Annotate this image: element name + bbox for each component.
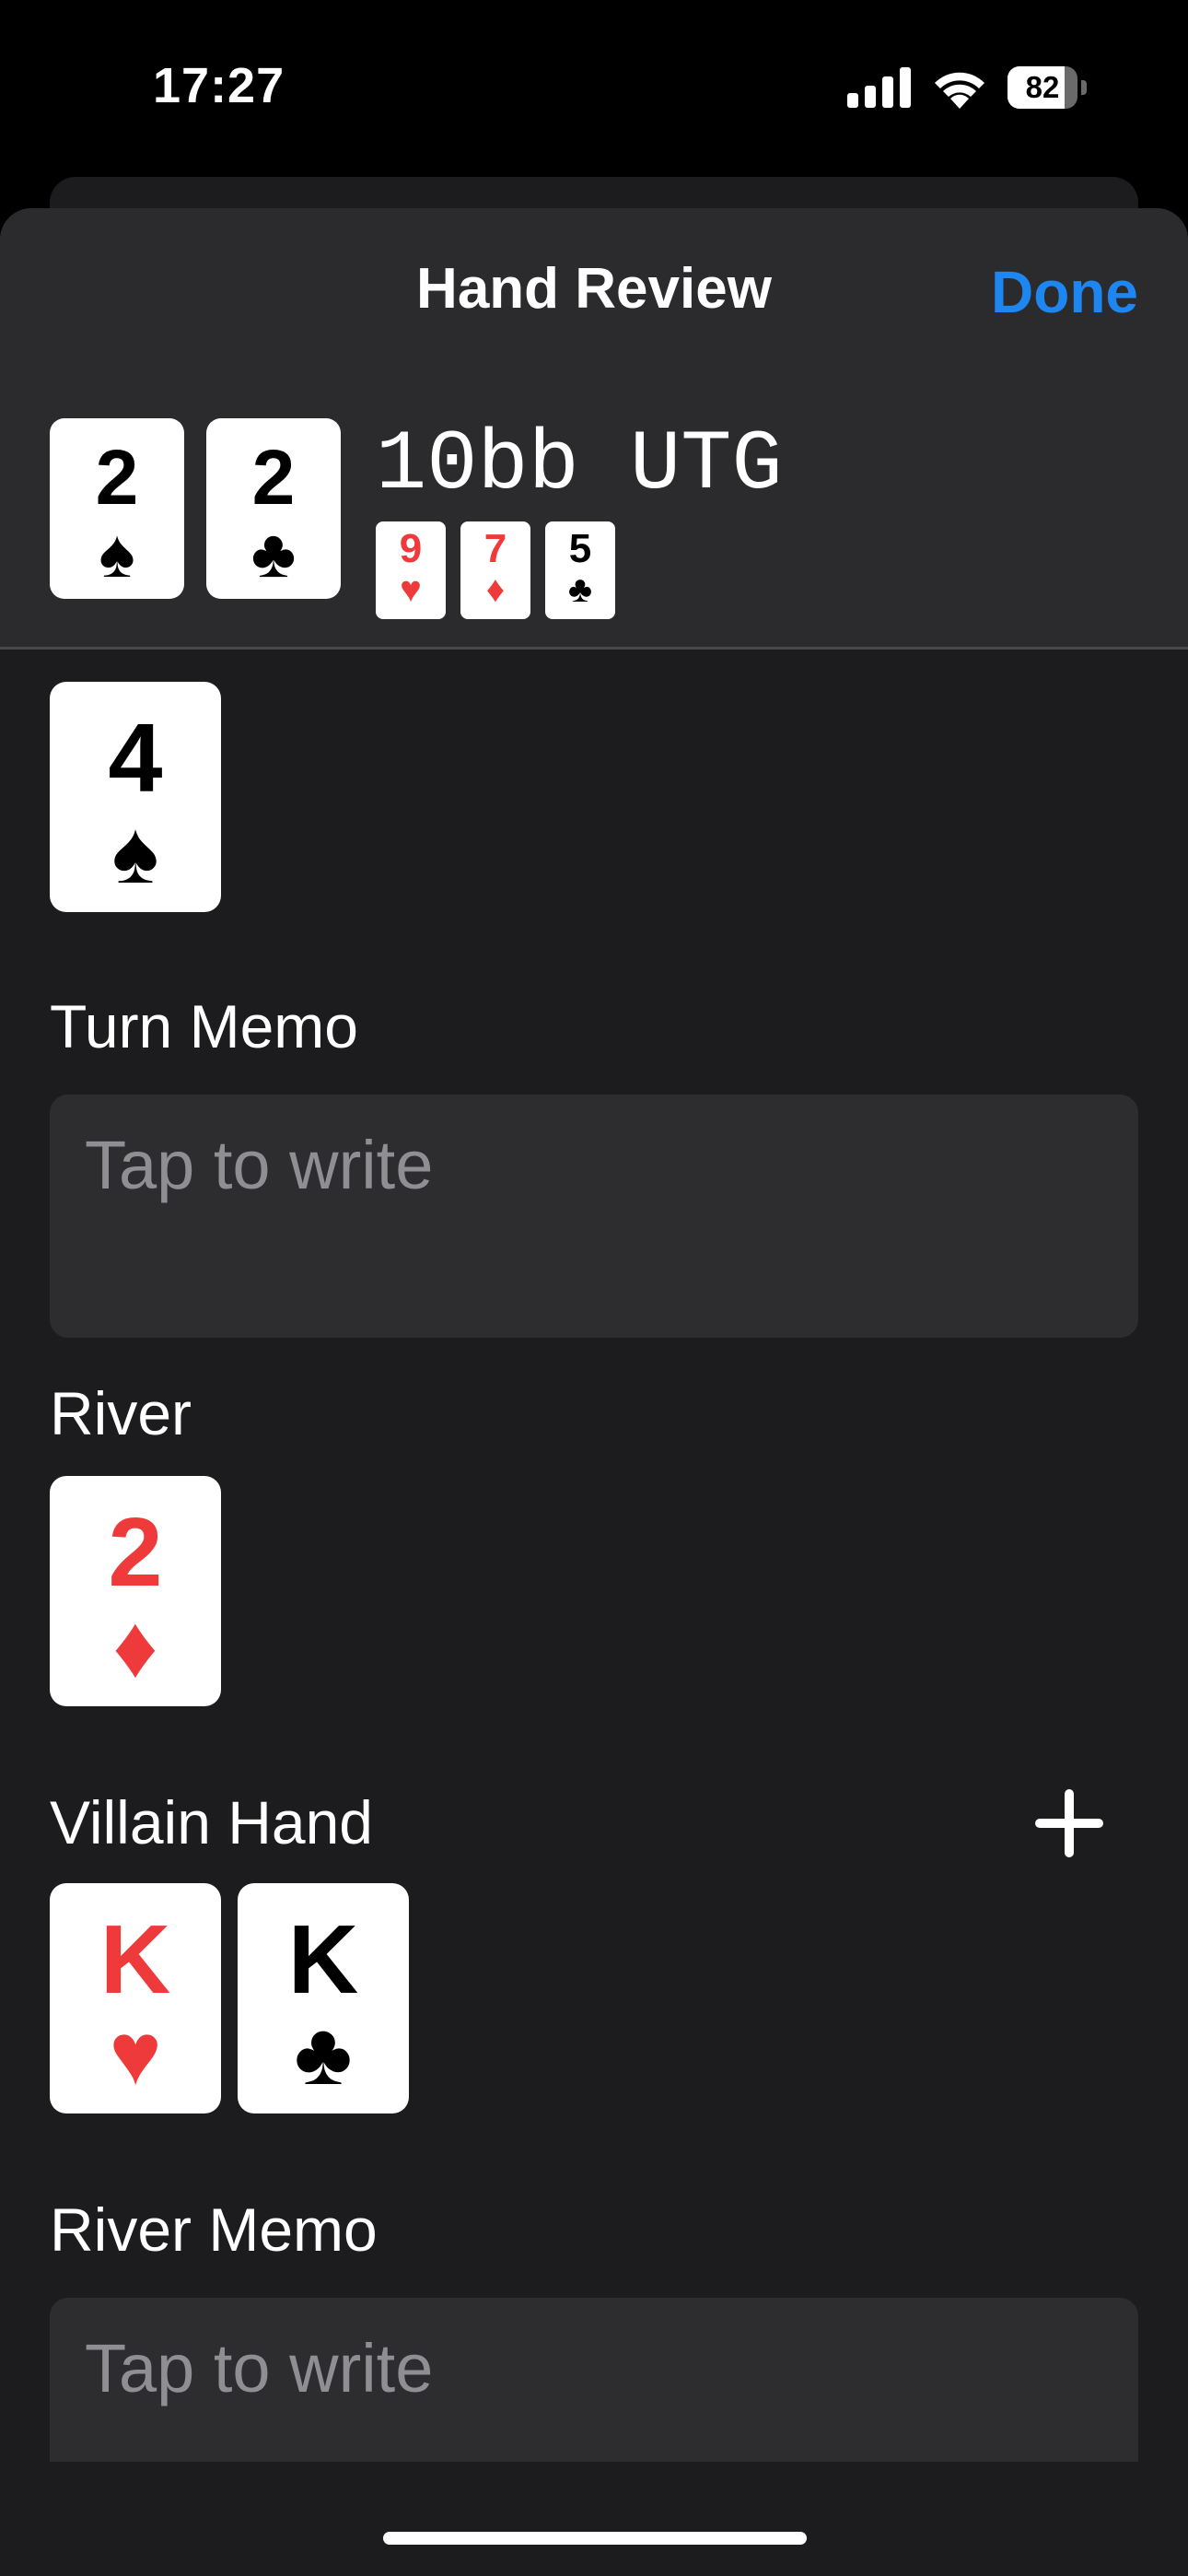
spade-icon: ♠	[111, 803, 159, 902]
signal-icon	[847, 67, 911, 108]
battery-icon: 82	[1007, 66, 1087, 109]
hero-card-1: 2 ♠	[50, 418, 184, 599]
turn-card[interactable]: 4 ♠	[50, 682, 221, 912]
hand-summary-header: 2 ♠ 2 ♣ 10bb UTG 9 ♥ 7 ♦ 5 ♣	[0, 380, 1188, 650]
plus-icon-vertical	[1065, 1789, 1074, 1857]
nav-bar: Hand Review Done	[0, 208, 1188, 381]
villain-card-2[interactable]: K ♣	[238, 1883, 409, 2113]
spade-icon: ♠	[99, 515, 135, 591]
hand-review-sheet: Hand Review Done 2 ♠ 2 ♣ 10bb UTG 9 ♥ 7 …	[0, 208, 1188, 2576]
heart-icon: ♥	[109, 2005, 162, 2103]
diamond-icon: ♦	[485, 569, 506, 610]
turn-memo-field[interactable]: Tap to write	[50, 1095, 1138, 1338]
card-rank: 7	[483, 526, 507, 571]
battery-body: 82	[1007, 66, 1077, 109]
flop-card-3: 5 ♣	[545, 521, 615, 619]
villain-hand-label: Villain Hand	[50, 1788, 374, 1856]
turn-memo-placeholder: Tap to write	[85, 1127, 434, 1203]
status-bar: 17:27 82	[0, 0, 1188, 175]
done-button[interactable]: Done	[991, 258, 1138, 326]
card-rank: 4	[108, 704, 163, 813]
wifi-icon	[935, 72, 984, 109]
add-villain-card-button[interactable]	[1030, 1784, 1109, 1863]
card-rank: 5	[568, 526, 592, 571]
battery-level: 82	[1025, 70, 1060, 104]
river-card[interactable]: 2 ♦	[50, 1476, 221, 1706]
status-time: 17:27	[153, 58, 285, 113]
card-rank: K	[287, 1905, 359, 2014]
river-label: River	[50, 1379, 192, 1447]
diamond-icon: ♦	[112, 1598, 158, 1696]
card-rank: 2	[251, 434, 296, 521]
villain-card-1[interactable]: K ♥	[50, 1883, 221, 2113]
river-memo-placeholder: Tap to write	[85, 2330, 434, 2406]
card-rank: 2	[95, 434, 139, 521]
hand-title: 10bb UTG	[376, 416, 783, 513]
battery-nub	[1081, 80, 1087, 95]
club-icon: ♣	[567, 569, 593, 610]
status-icons: 82	[847, 64, 1087, 111]
hero-card-2: 2 ♣	[206, 418, 341, 599]
heart-icon: ♥	[400, 569, 422, 610]
river-memo-label: River Memo	[50, 2195, 378, 2264]
club-icon: ♣	[294, 2005, 353, 2103]
bottom-safe-area	[0, 2462, 1188, 2576]
card-rank: 9	[399, 526, 423, 571]
screen: 17:27 82 Hand Review Done 2 ♠ 2 ♣ 10bb U…	[0, 0, 1188, 2576]
club-icon: ♣	[250, 515, 297, 591]
home-indicator[interactable]	[383, 2532, 807, 2545]
turn-memo-label: Turn Memo	[50, 992, 358, 1060]
card-rank: K	[99, 1905, 171, 2014]
card-rank: 2	[108, 1498, 163, 1607]
flop-card-1: 9 ♥	[376, 521, 446, 619]
flop-card-2: 7 ♦	[460, 521, 530, 619]
